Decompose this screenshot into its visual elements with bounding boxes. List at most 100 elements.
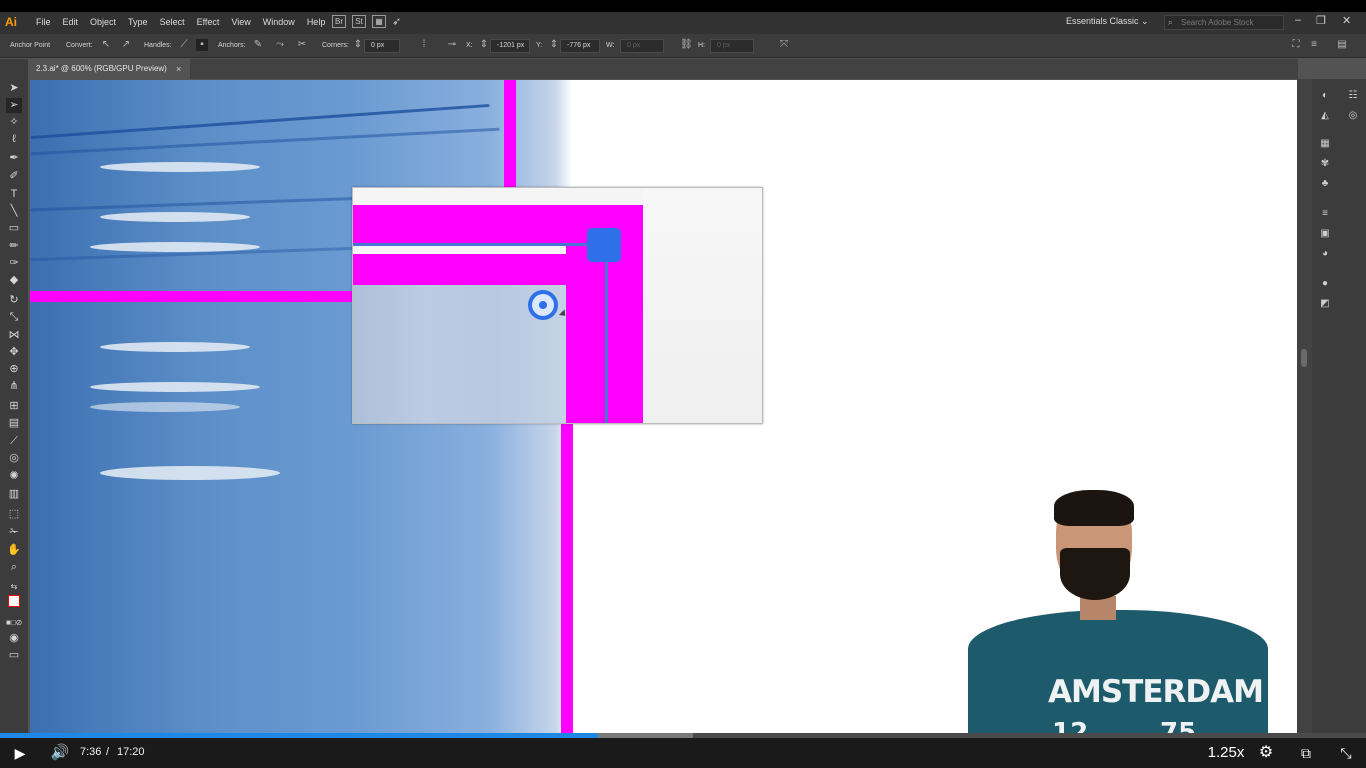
screen-mode-icon[interactable]: ▭ [6, 648, 22, 663]
gradient-tool-icon[interactable]: ▤ [6, 416, 22, 431]
x-field[interactable]: -1201 px [490, 39, 530, 53]
highlight [90, 242, 260, 252]
slice-tool-icon[interactable]: ✁ [6, 525, 22, 540]
swap-fill-stroke-icon[interactable]: ⇆ [6, 579, 22, 594]
type-tool-icon[interactable]: T [6, 187, 22, 202]
arrange-documents-icon[interactable]: ▦ [372, 15, 386, 28]
eraser-icon[interactable]: ◆ [6, 273, 22, 288]
document-tab[interactable]: 2.3.ai* @ 600% (RGB/GPU Preview) × [28, 59, 190, 79]
h-label: H: [698, 42, 705, 49]
zoom-tool-icon[interactable]: ⌕ [6, 560, 22, 575]
direct-selection-tool-icon[interactable]: ➢ [6, 98, 22, 113]
lasso-icon[interactable]: ℓ [6, 132, 22, 147]
path-segment-horizontal [353, 243, 603, 246]
column-graph-icon[interactable]: ▥ [6, 487, 22, 502]
shaper-tool-icon[interactable]: ✑ [6, 256, 22, 271]
shape-builder-icon[interactable]: ⊕ [6, 362, 22, 377]
cut-path-icon[interactable]: ✂ [296, 39, 308, 51]
appearance-icon[interactable]: ● [1318, 277, 1332, 290]
blend-tool-icon[interactable]: ◎ [6, 451, 22, 466]
width-tool-icon[interactable]: ⋈ [6, 328, 22, 343]
convert-smooth-icon[interactable]: ↗ [120, 39, 132, 51]
stock-button[interactable]: St [352, 15, 366, 28]
close-window-icon[interactable]: ✕ [1342, 14, 1351, 27]
picture-in-picture-icon[interactable]: ⧉ [1295, 738, 1317, 768]
menu-window[interactable]: Window [257, 17, 301, 27]
link-icon[interactable]: ⛓ [680, 39, 693, 51]
stock-search-input[interactable]: ⌕ Search Adobe Stock [1164, 15, 1284, 30]
menu-select[interactable]: Select [154, 17, 191, 27]
minimize-icon[interactable]: – [1295, 14, 1301, 26]
curvature-tool-icon[interactable]: ✐ [6, 169, 22, 184]
playback-speed-button[interactable]: 1.25x [1204, 738, 1248, 768]
mesh-tool-icon[interactable]: ⊞ [6, 399, 22, 414]
menu-help[interactable]: Help [301, 17, 332, 27]
stroke-panel-icon[interactable]: ≡ [1318, 207, 1332, 220]
hand-tool-icon[interactable]: ✋ [6, 543, 22, 558]
anchor-point-handle[interactable] [587, 228, 621, 262]
corners-stepper-icon[interactable]: ⇕ [352, 39, 364, 51]
workspace-switcher[interactable]: Essentials Classic ⌄ [1066, 16, 1149, 27]
selection-tool-icon[interactable]: ➤ [6, 81, 22, 96]
color-panel-icon[interactable]: ◐ [1318, 89, 1332, 102]
vertical-scrollbar[interactable] [1297, 79, 1312, 740]
transparency-icon[interactable]: ◕ [1318, 247, 1332, 260]
menu-edit[interactable]: Edit [57, 17, 85, 27]
scale-tool-icon[interactable]: ⤡ [6, 310, 22, 325]
convert-corner-icon[interactable]: ↖ [100, 39, 112, 51]
remove-anchor-icon[interactable]: ✎ [252, 39, 264, 51]
arrange-panels-icon[interactable]: ▤ [1336, 39, 1348, 51]
color-mode-icon[interactable]: ■□⊘ [6, 615, 22, 630]
graphic-styles-icon[interactable]: ◩ [1318, 297, 1332, 310]
fill-stroke-icon[interactable] [6, 595, 22, 610]
layers-icon[interactable]: ◎ [1346, 109, 1360, 122]
brushes-icon[interactable]: ✾ [1318, 157, 1332, 170]
magic-wand-icon[interactable]: ✧ [6, 115, 22, 130]
live-corner-widget[interactable] [528, 290, 558, 320]
paintbrush-icon[interactable]: ✏ [6, 239, 22, 254]
volume-icon[interactable]: 🔊 [50, 738, 70, 768]
scroll-thumb[interactable] [1301, 349, 1307, 367]
menu-object[interactable]: Object [84, 17, 122, 27]
properties-icon[interactable]: ☷ [1346, 89, 1360, 102]
menu-view[interactable]: View [225, 17, 256, 27]
color-guide-icon[interactable]: ◭ [1318, 109, 1332, 122]
y-stepper-icon[interactable]: ⇕ [548, 39, 560, 51]
rectangle-tool-icon[interactable]: ▭ [6, 221, 22, 236]
x-stepper-icon[interactable]: ⇕ [478, 39, 490, 51]
corners-field[interactable]: 0 px [364, 39, 400, 53]
gpu-performance-icon[interactable]: ➶ [392, 15, 401, 28]
restore-icon[interactable]: ❐ [1316, 14, 1326, 27]
rotate-tool-icon[interactable]: ↻ [6, 293, 22, 308]
settings-gear-icon[interactable]: ⚙ [1255, 738, 1277, 768]
w-field[interactable]: 0 px [620, 39, 664, 53]
tab-close-icon[interactable]: × [176, 59, 181, 79]
line-tool-icon[interactable]: ╲ [6, 204, 22, 219]
exit-fullscreen-icon[interactable]: ⤡ [1335, 738, 1357, 768]
bridge-button[interactable]: Br [332, 15, 346, 28]
y-field[interactable]: -776 px [560, 39, 600, 53]
align-icon[interactable]: ⁞ [418, 39, 430, 51]
panel-menu-icon[interactable]: ≡ [1308, 39, 1320, 51]
connect-anchor-icon[interactable]: ⤳ [274, 39, 286, 51]
swatches-icon[interactable]: ▦ [1318, 137, 1332, 150]
symbols-icon[interactable]: ♣ [1318, 177, 1332, 190]
menu-effect[interactable]: Effect [191, 17, 226, 27]
hide-handles-icon[interactable]: ▪ [196, 39, 208, 51]
show-handles-icon[interactable]: ⟋ [178, 39, 190, 51]
reference-point-icon[interactable]: ⊸ [446, 39, 458, 51]
play-icon[interactable]: ▶ [10, 738, 30, 768]
puppet-warp-icon[interactable]: ✥ [6, 345, 22, 360]
gradient-panel-icon[interactable]: ▣ [1318, 227, 1332, 240]
transform-icon[interactable]: ⤧ [778, 39, 790, 51]
eyedropper-icon[interactable]: ⟋ [6, 434, 22, 449]
symbol-sprayer-icon[interactable]: ✺ [6, 469, 22, 484]
artboard-tool-icon[interactable]: ⬚ [6, 507, 22, 522]
pen-tool-icon[interactable]: ✒ [6, 151, 22, 166]
menu-type[interactable]: Type [122, 17, 154, 27]
menu-file[interactable]: File [30, 17, 57, 27]
perspective-grid-icon[interactable]: ⋔ [6, 379, 22, 394]
isolate-icon[interactable]: ⛶ [1290, 39, 1302, 51]
draw-mode-icon[interactable]: ◉ [6, 631, 22, 646]
h-field[interactable]: 0 px [710, 39, 754, 53]
